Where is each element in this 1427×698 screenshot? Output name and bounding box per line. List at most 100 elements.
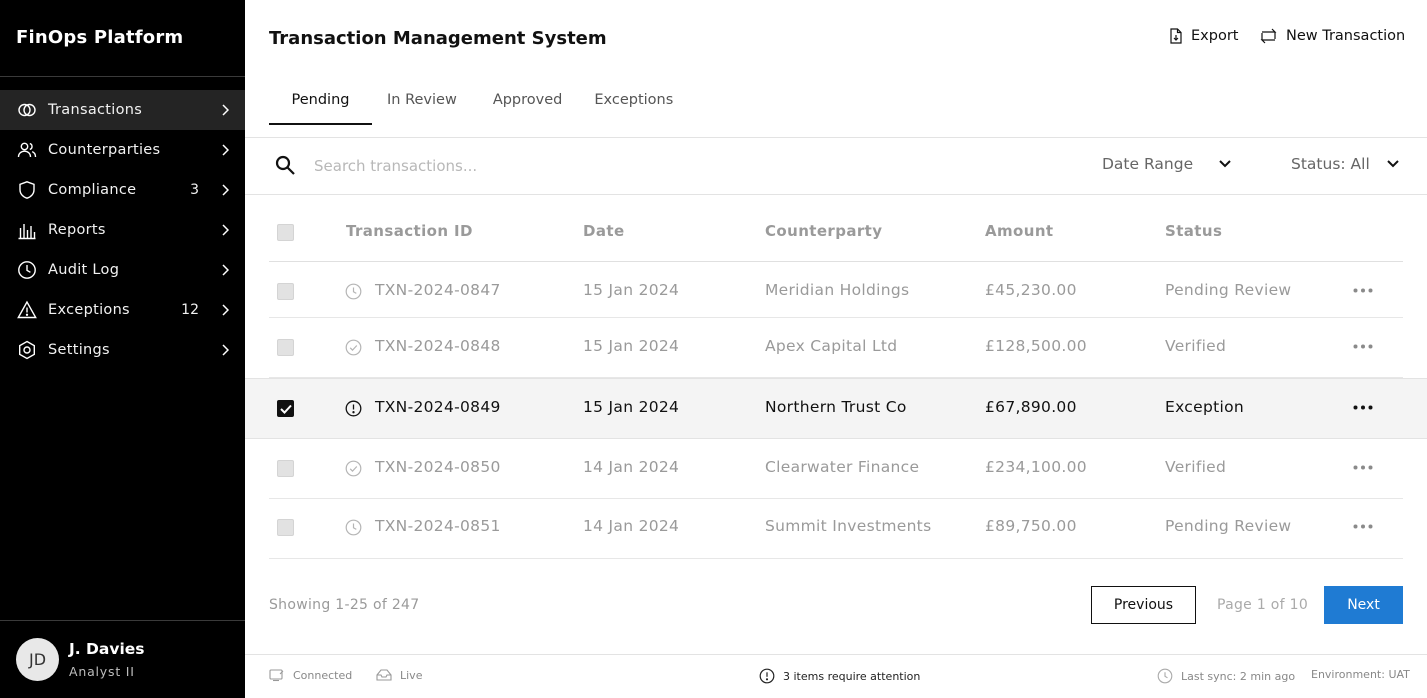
warning-icon [16,299,38,321]
row-checkbox[interactable] [277,339,294,356]
status-filter-dropdown[interactable]: Status: All [1291,155,1399,173]
transaction-date: 14 Jan 2024 [583,517,680,535]
toolbar-divider [245,194,1427,195]
count-badge: 12 [181,302,199,318]
page-title: Transaction Management System [269,28,607,49]
tabs-divider [245,137,1427,138]
transaction-id: TXN-2024-0849 [375,398,501,416]
sidebar-item-exceptions[interactable]: Exceptions 12 [0,290,245,330]
more-options-icon[interactable] [1353,405,1373,410]
clock-icon [345,519,362,536]
page-indicator: Page 1 of 10 [1217,597,1309,613]
transaction-id: TXN-2024-0847 [375,281,501,299]
column-header[interactable]: Amount [985,222,1053,240]
new-transaction-label: New Transaction [1286,28,1406,44]
transaction-id: TXN-2024-0851 [375,517,501,535]
brand-name: FinOps Platform [16,27,184,48]
sync-label: Last sync: 2 min ago [1181,669,1296,683]
sidebar-item-transactions[interactable]: Transactions [0,90,245,130]
alert-circle-icon [759,668,775,684]
export-button[interactable]: Export [1169,28,1238,44]
live-status: Live [376,668,422,682]
count-badge: 3 [190,182,199,198]
more-options-icon[interactable] [1353,465,1373,470]
chevron-right-icon [219,184,231,196]
new-transaction-button[interactable]: New Transaction [1259,28,1405,44]
previous-button[interactable]: Previous [1091,586,1196,624]
row-checkbox[interactable] [277,519,294,536]
users-icon [16,139,38,161]
sidebar-item-compliance[interactable]: Compliance 3 [0,170,245,210]
status-text: Pending Review [1165,281,1292,299]
user-profile[interactable]: JD J. Davies Analyst II [16,638,145,681]
results-count: Showing 1-25 of 247 [269,597,420,613]
counterparty: Clearwater Finance [765,458,920,476]
select-all-checkbox[interactable] [277,224,294,241]
next-button[interactable]: Next [1324,586,1403,624]
transaction-date: 15 Jan 2024 [583,337,680,355]
date-range-label: Date Range [1102,155,1194,173]
circles-icon [16,99,38,121]
chevron-right-icon [219,224,231,236]
transaction-date: 15 Jan 2024 [583,398,680,416]
column-header[interactable]: Status [1165,222,1222,240]
counterparty: Northern Trust Co [765,398,907,416]
amount: £89,750.00 [985,517,1077,535]
alert-circle-icon [345,400,362,417]
sidebar-item-label: Audit Log [48,262,120,278]
transaction-id: TXN-2024-0850 [375,458,501,476]
gear-icon [16,339,38,361]
status-text: Exception [1165,398,1244,416]
chevron-right-icon [219,264,231,276]
transaction-date: 14 Jan 2024 [583,458,680,476]
counterparty: Meridian Holdings [765,281,910,299]
connection-label: Connected [293,668,353,682]
sidebar-item-audit-log[interactable]: Audit Log [0,250,245,290]
more-options-icon[interactable] [1353,288,1373,293]
tab-in-review[interactable]: In Review [387,86,457,125]
table-row[interactable]: TXN-2024-0847 15 Jan 2024 Meridian Holdi… [269,262,1403,318]
row-checkbox[interactable] [277,460,294,477]
statusbar-divider [245,654,1427,655]
sidebar-divider [0,620,245,621]
user-role: Analyst II [69,664,135,679]
sidebar-item-reports[interactable]: Reports [0,210,245,250]
table-row[interactable]: TXN-2024-0850 14 Jan 2024 Clearwater Fin… [269,439,1403,499]
column-header[interactable]: Transaction ID [346,222,473,240]
chevron-down-icon [1387,160,1399,168]
status-filter-label: Status: All [1291,155,1370,173]
sidebar-item-label: Counterparties [48,142,161,158]
row-checkbox[interactable] [277,283,294,300]
more-options-icon[interactable] [1353,524,1373,529]
date-range-dropdown[interactable]: Date Range [1102,155,1231,173]
status-text: Verified [1165,458,1227,476]
tab-exceptions[interactable]: Exceptions [594,86,673,125]
amount: £234,100.00 [985,458,1087,476]
clock-icon [1157,668,1173,684]
attention-status[interactable]: 3 items require attention [759,668,920,684]
table-row-selected[interactable]: TXN-2024-0849 15 Jan 2024 Northern Trust… [245,378,1427,439]
table-row[interactable]: TXN-2024-0851 14 Jan 2024 Summit Investm… [269,499,1403,559]
status-text: Verified [1165,337,1227,355]
chevron-down-icon [1219,160,1231,168]
tab-approved[interactable]: Approved [493,86,563,125]
more-options-icon[interactable] [1353,344,1373,349]
transaction-id: TXN-2024-0848 [375,337,501,355]
chevron-right-icon [219,344,231,356]
row-checkbox-checked[interactable] [277,400,294,417]
table-row[interactable]: TXN-2024-0848 15 Jan 2024 Apex Capital L… [269,318,1403,378]
column-header[interactable]: Date [583,222,625,240]
connection-icon [269,669,284,682]
search-input[interactable] [314,154,914,178]
sidebar: FinOps Platform Transactions Counterpart… [0,0,245,698]
chevron-right-icon [219,144,231,156]
table-header: Transaction ID Date Counterparty Amount … [269,212,1403,262]
live-label: Live [400,668,423,682]
export-label: Export [1191,28,1239,44]
live-icon [376,669,392,681]
sidebar-item-settings[interactable]: Settings [0,330,245,370]
transfer-icon [1260,28,1277,44]
sidebar-item-counterparties[interactable]: Counterparties [0,130,245,170]
column-header[interactable]: Counterparty [765,222,882,240]
tab-pending[interactable]: Pending [269,86,372,125]
